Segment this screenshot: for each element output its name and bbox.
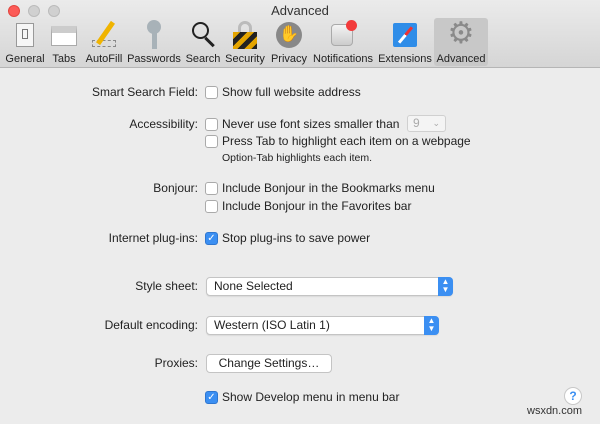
checkbox-label: Show full website address (222, 85, 361, 99)
press-tab-checkbox[interactable]: Press Tab to highlight each item on a we… (205, 134, 471, 148)
tab-search[interactable]: Search (184, 18, 222, 66)
checkbox-label: Include Bonjour in the Bookmarks menu (222, 181, 435, 195)
checkbox-label: Never use font sizes smaller than (222, 117, 400, 131)
checkmark-icon: ✓ (205, 231, 218, 245)
pencil-icon (89, 20, 119, 50)
tab-tabs[interactable]: Tabs (48, 18, 80, 66)
general-switch-icon (10, 20, 40, 50)
accessibility-label: Accessibility: (129, 117, 198, 131)
default-encoding-label: Default encoding: (104, 318, 198, 332)
option-tab-note: Option-Tab highlights each item. (222, 152, 372, 164)
style-sheet-label: Style sheet: (135, 279, 198, 293)
checkmark-icon: ✓ (205, 390, 218, 404)
checkbox-label: Include Bonjour in the Favorites bar (222, 199, 412, 213)
bonjour-label: Bonjour: (153, 181, 198, 195)
puzzle-compass-icon (390, 20, 420, 50)
hand-icon: ✋ (274, 20, 304, 50)
tab-extensions[interactable]: Extensions (378, 18, 432, 66)
checkbox-label: Press Tab to highlight each item on a we… (222, 134, 471, 148)
updown-arrows-icon: ▲ ▼ (424, 316, 439, 335)
lock-icon (230, 20, 260, 50)
help-button[interactable]: ? (564, 387, 582, 405)
key-icon (139, 20, 169, 50)
style-sheet-popup[interactable]: None Selected ▲ ▼ (206, 277, 453, 296)
tab-privacy[interactable]: ✋ Privacy (270, 18, 308, 66)
tab-advanced[interactable]: ⚙ Advanced (434, 18, 488, 66)
tab-passwords[interactable]: Passwords (127, 18, 181, 66)
tab-general[interactable]: General (5, 18, 45, 66)
tabs-icon (49, 20, 79, 50)
notification-icon (328, 20, 358, 50)
proxies-label: Proxies: (154, 356, 198, 370)
select-value: 9 (413, 116, 420, 130)
window-title: Advanced (271, 3, 329, 18)
min-font-size-select[interactable]: 9 ⌄ (407, 115, 446, 132)
show-full-address-checkbox[interactable]: Show full website address (205, 85, 361, 99)
popup-value: Western (ISO Latin 1) (214, 318, 330, 332)
bonjour-favorites-checkbox[interactable]: Include Bonjour in the Favorites bar (205, 199, 411, 213)
tab-notifications[interactable]: Notifications (311, 18, 375, 66)
magnifier-icon (188, 20, 218, 50)
chevron-down-icon: ⌄ (432, 118, 440, 128)
change-settings-button[interactable]: Change Settings… (206, 354, 332, 373)
tab-security[interactable]: Security (224, 18, 266, 66)
min-font-size-checkbox[interactable]: Never use font sizes smaller than (205, 117, 399, 131)
default-encoding-popup[interactable]: Western (ISO Latin 1) ▲ ▼ (206, 316, 439, 335)
smart-search-label: Smart Search Field: (91, 85, 198, 99)
popup-value: None Selected (214, 279, 293, 293)
plugins-label: Internet plug-ins: (108, 231, 198, 245)
show-develop-menu-checkbox[interactable]: ✓ Show Develop menu in menu bar (205, 390, 399, 404)
gear-icon: ⚙ (447, 17, 475, 50)
checkbox-label: Stop plug-ins to save power (222, 231, 371, 245)
window-toolbar: Advanced General Tabs AutoFill Passwords… (0, 0, 600, 68)
watermark: wsxdn.com (527, 405, 583, 417)
stop-plugins-checkbox[interactable]: ✓ Stop plug-ins to save power (205, 231, 370, 245)
updown-arrows-icon: ▲ ▼ (438, 277, 453, 296)
checkbox-label: Show Develop menu in menu bar (222, 390, 400, 404)
bonjour-bookmarks-checkbox[interactable]: Include Bonjour in the Bookmarks menu (205, 181, 435, 195)
tab-autofill[interactable]: AutoFill (84, 18, 124, 66)
